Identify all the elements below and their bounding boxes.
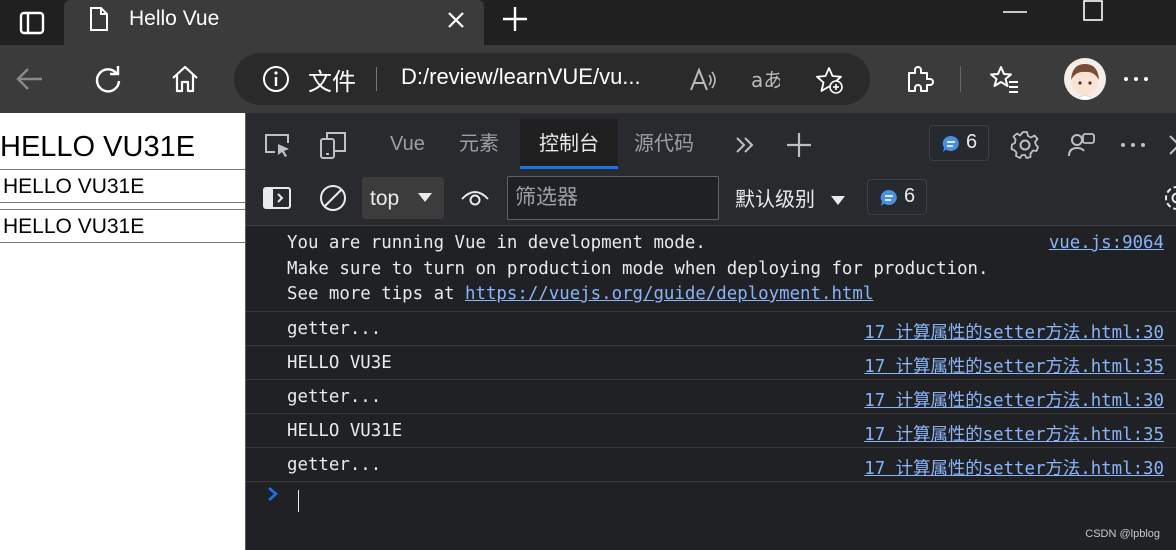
console-source-link[interactable]: 17 计算属性的setter方法.html:35 xyxy=(864,353,1164,378)
text-input-1[interactable]: HELLO VU31E xyxy=(0,169,245,203)
translate-icon[interactable]: aあ xyxy=(750,65,780,95)
context-select[interactable]: top xyxy=(362,177,444,219)
console-source-link[interactable]: 17 计算属性的setter方法.html:35 xyxy=(864,421,1164,446)
profile-avatar[interactable] xyxy=(1064,58,1106,100)
refresh-icon[interactable] xyxy=(92,63,124,95)
message-icon xyxy=(942,135,959,152)
dropdown-arrow-icon xyxy=(830,195,845,205)
extensions-icon[interactable] xyxy=(903,63,935,95)
messages-count: 6 xyxy=(904,185,916,207)
console-message: getter... 17 计算属性的setter方法.html:30 xyxy=(246,312,1176,346)
messages-badge[interactable]: 6 xyxy=(867,179,927,215)
console-input-caret[interactable] xyxy=(298,490,299,512)
issues-count: 6 xyxy=(966,131,978,153)
tab-title: Hello Vue xyxy=(129,7,220,30)
more-tabs-icon[interactable] xyxy=(730,130,760,160)
console-message-text: HELLO VU31E xyxy=(287,421,403,441)
svg-text:aあ: aあ xyxy=(751,68,780,92)
tab-sources[interactable]: 源代码 xyxy=(634,119,694,169)
device-emulation-icon[interactable] xyxy=(318,130,348,160)
devtools-panel: Vue 元素 控制台 源代码 6 top 筛选器 默认级别 6 You are … xyxy=(246,113,1176,550)
read-aloud-icon[interactable] xyxy=(688,65,718,95)
console-source-link[interactable]: vue.js:9064 xyxy=(1049,233,1164,253)
console-message: getter... 17 计算属性的setter方法.html:30 xyxy=(246,380,1176,414)
console-message: HELLO VU3E 17 计算属性的setter方法.html:35 xyxy=(246,346,1176,380)
devtools-tab-bar: Vue 元素 控制台 源代码 6 xyxy=(246,113,1176,171)
toggle-sidebar-icon[interactable] xyxy=(262,183,292,213)
site-info-icon[interactable] xyxy=(262,65,290,93)
console-message-text: See more tips at https://vuejs.org/guide… xyxy=(287,284,873,304)
page-heading: HELLO VU31E xyxy=(0,131,196,163)
settings-gear-icon[interactable] xyxy=(1010,130,1040,160)
dropdown-arrow-icon xyxy=(418,193,432,202)
inspect-element-icon[interactable] xyxy=(262,130,292,160)
toolbar-divider xyxy=(960,66,961,92)
tab-console[interactable]: 控制台 xyxy=(520,119,618,169)
maximize-icon[interactable] xyxy=(1083,0,1103,22)
log-level-value: 默认级别 xyxy=(735,189,815,211)
live-expression-eye-icon[interactable] xyxy=(460,183,490,213)
log-level-select[interactable]: 默认级别 xyxy=(735,183,845,212)
more-menu-icon[interactable] xyxy=(1120,63,1152,95)
new-tab-icon[interactable] xyxy=(500,4,530,34)
text-input-value: HELLO VU31E xyxy=(3,215,145,238)
console-message: You are running Vue in development mode.… xyxy=(246,226,1176,312)
favorites-icon[interactable] xyxy=(988,63,1020,95)
issues-badge[interactable]: 6 xyxy=(929,125,989,161)
filter-input[interactable] xyxy=(507,176,719,220)
tab-actions-icon xyxy=(19,11,45,34)
tab-elements[interactable]: 元素 xyxy=(459,119,499,169)
address-scheme-label: 文件 xyxy=(308,69,356,96)
console-message-text: HELLO VU3E xyxy=(287,353,392,373)
console-message-text: getter... xyxy=(287,387,382,407)
console-message-text: getter... xyxy=(287,319,382,339)
watermark: CSDN @lpblog xyxy=(1085,528,1160,540)
console-message-text: getter... xyxy=(287,455,382,475)
console-message-text: You are running Vue in development mode. xyxy=(287,233,706,253)
document-icon xyxy=(90,7,108,31)
add-favorite-icon[interactable] xyxy=(814,65,844,95)
console-message: HELLO VU31E 17 计算属性的setter方法.html:35 xyxy=(246,414,1176,448)
address-bar[interactable]: 文件 D:/review/learnVUE/vu... aあ xyxy=(234,53,870,105)
console-toolbar: top 默认级别 6 xyxy=(246,171,1176,226)
message-icon xyxy=(880,189,897,206)
context-select-value: top xyxy=(370,187,400,210)
address-separator xyxy=(376,67,377,91)
console-settings-icon[interactable] xyxy=(1162,183,1176,213)
console-prompt-icon xyxy=(268,487,278,501)
console-message-text: Make sure to turn on production mode whe… xyxy=(287,259,989,279)
console-message: getter... 17 计算属性的setter方法.html:30 xyxy=(246,448,1176,482)
tab-actions-button[interactable] xyxy=(0,0,64,45)
navigation-bar: 文件 D:/review/learnVUE/vu... aあ xyxy=(0,45,1176,113)
console-source-link[interactable]: 17 计算属性的setter方法.html:30 xyxy=(864,319,1164,344)
console-source-link[interactable]: 17 计算属性的setter方法.html:30 xyxy=(864,387,1164,412)
page-viewport: HELLO VU31E HELLO VU31E HELLO VU31E xyxy=(0,113,245,550)
text-input-value: HELLO VU31E xyxy=(3,175,145,198)
tab-vue[interactable]: Vue xyxy=(390,119,425,169)
add-tab-icon[interactable] xyxy=(784,130,814,160)
close-tab-icon[interactable] xyxy=(444,8,468,32)
feedback-icon[interactable] xyxy=(1066,130,1096,160)
text-input-2[interactable]: HELLO VU31E xyxy=(0,209,245,243)
console-message-prefix: See more tips at xyxy=(287,284,465,304)
browser-tab[interactable]: Hello Vue xyxy=(64,0,484,45)
back-icon[interactable] xyxy=(14,63,46,95)
home-icon[interactable] xyxy=(169,63,201,95)
console-source-link[interactable]: 17 计算属性的setter方法.html:30 xyxy=(864,455,1164,480)
minimize-icon[interactable] xyxy=(1003,10,1027,14)
avatar-image xyxy=(1071,64,1099,100)
deployment-link[interactable]: https://vuejs.org/guide/deployment.html xyxy=(465,284,873,304)
tab-strip: Hello Vue xyxy=(0,0,1176,45)
clear-console-icon[interactable] xyxy=(318,183,348,213)
close-devtools-icon[interactable] xyxy=(1166,130,1176,160)
address-url[interactable]: D:/review/learnVUE/vu... xyxy=(401,64,641,90)
devtools-more-icon[interactable] xyxy=(1118,130,1148,160)
console-output: You are running Vue in development mode.… xyxy=(246,226,1176,550)
